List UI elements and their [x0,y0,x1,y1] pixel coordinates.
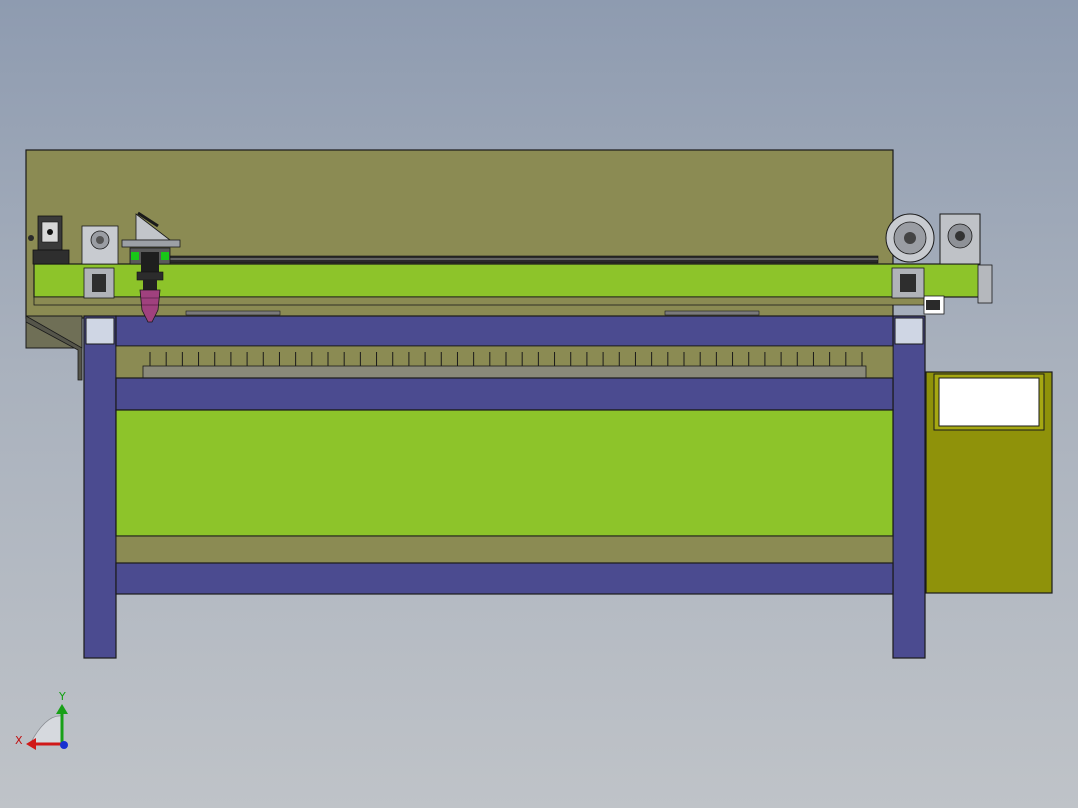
left-leg [83,315,117,659]
laser-cutter-model [25,149,1053,659]
triad-y-label: Y [58,690,66,703]
gantry-beam-lower [33,296,925,306]
left-leg-cap [85,317,115,345]
right-carriage [891,267,925,299]
right-leg [892,315,926,659]
frame-top-rail [115,315,894,347]
left-carriage [83,267,115,299]
bed-slat-rail [142,365,867,379]
right-pulley [885,213,935,263]
cad-viewport[interactable]: X Y [0,0,1078,808]
gantry-beam-slot-right [664,310,760,316]
frame-lower-rail [115,562,894,595]
gantry-beam [33,263,980,298]
control-cabinet [925,371,1053,594]
right-leg-cap [894,317,924,345]
bed-panel [115,409,894,537]
triad-x-label: X [15,734,23,747]
lower-olive-strip [115,535,894,564]
gantry-beam-slot-left [185,310,281,316]
triad-z-axis [60,741,68,749]
beam-right-bracket-inner [926,300,940,310]
coordinate-triad: X Y [15,690,68,750]
beam-right-endcap [977,264,993,304]
right-motor [939,213,981,265]
frame-mid-rail [115,377,894,411]
left-bearing-block [81,225,119,265]
control-screen[interactable] [938,377,1040,427]
